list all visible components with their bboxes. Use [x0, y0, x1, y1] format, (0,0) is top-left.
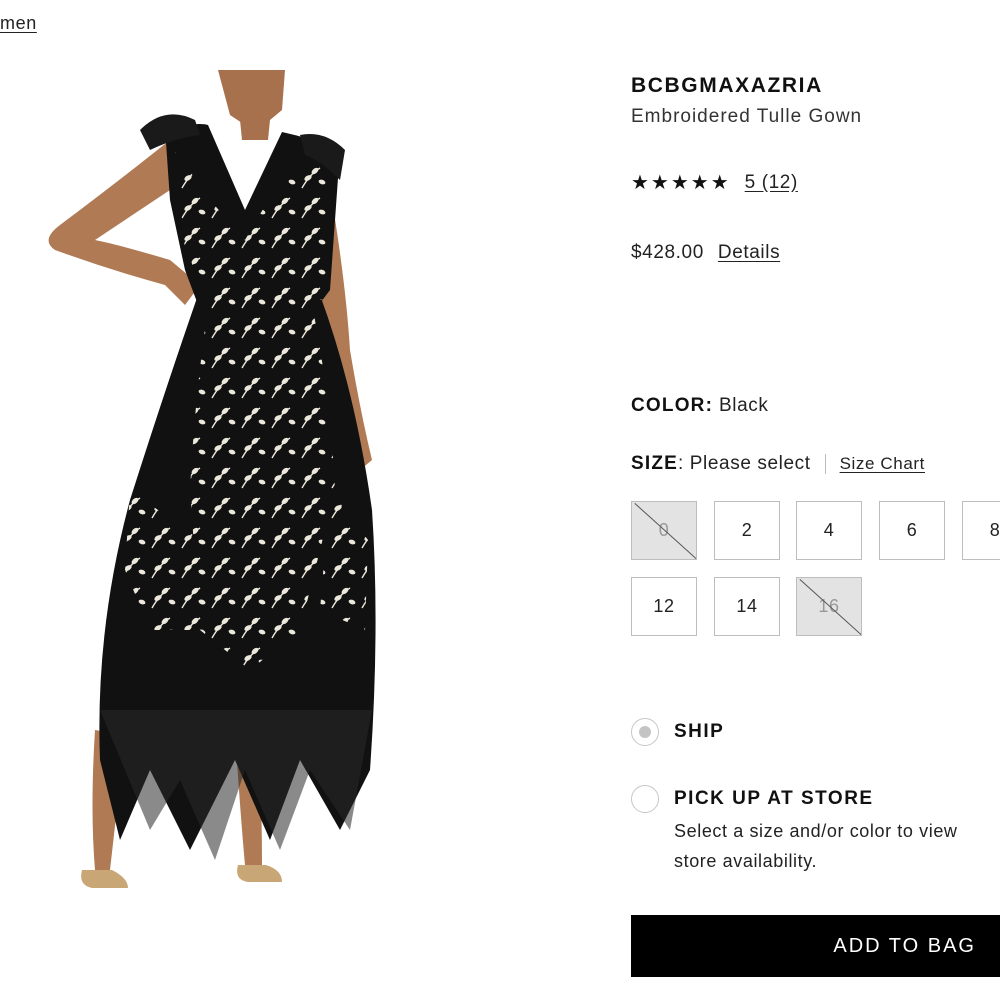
- size-option-14[interactable]: 14: [714, 577, 780, 636]
- size-option-16[interactable]: 16: [796, 577, 862, 636]
- ship-radio[interactable]: [631, 718, 659, 746]
- color-label: COLOR:: [631, 395, 714, 416]
- size-selection: SIZE: Please select Size Chart: [631, 453, 925, 475]
- ship-option[interactable]: SHIP: [631, 718, 724, 746]
- product-price: $428.00: [631, 242, 704, 263]
- product-rating: ★★★★★ 5 (12): [631, 170, 798, 195]
- color-value: Black: [719, 395, 769, 416]
- size-label: SIZE: [631, 453, 679, 474]
- reviews-link[interactable]: 5 (12): [745, 172, 798, 194]
- product-image: [48, 70, 376, 888]
- size-option-6[interactable]: 6: [879, 501, 945, 560]
- product-name: Embroidered Tulle Gown: [631, 106, 863, 127]
- size-option-8[interactable]: 8: [962, 501, 1000, 560]
- details-link[interactable]: Details: [718, 242, 780, 264]
- ship-label: SHIP: [674, 721, 725, 742]
- pickup-label: PICK UP AT STORE: [674, 788, 874, 809]
- size-option-2[interactable]: 2: [714, 501, 780, 560]
- color-selection: COLOR: Black: [631, 395, 769, 417]
- divider: [824, 454, 826, 474]
- size-option-4[interactable]: 4: [796, 501, 862, 560]
- breadcrumb-link[interactable]: men: [0, 13, 37, 34]
- rating-stars-icon: ★★★★★: [631, 172, 731, 194]
- pickup-note: Select a size and/or color to view store…: [674, 821, 958, 871]
- size-option-0[interactable]: 0: [631, 501, 697, 560]
- size-chart-link[interactable]: Size Chart: [840, 454, 925, 474]
- brand-name[interactable]: BCBGMAXAZRIA: [631, 74, 823, 98]
- pickup-radio[interactable]: [631, 785, 659, 813]
- pickup-option[interactable]: PICK UP AT STORE: [631, 785, 874, 813]
- size-option-12[interactable]: 12: [631, 577, 697, 636]
- price-row: $428.00 Details: [631, 242, 780, 264]
- size-value: : Please select: [678, 453, 811, 474]
- add-to-bag-button[interactable]: ADD TO BAG: [631, 915, 1000, 977]
